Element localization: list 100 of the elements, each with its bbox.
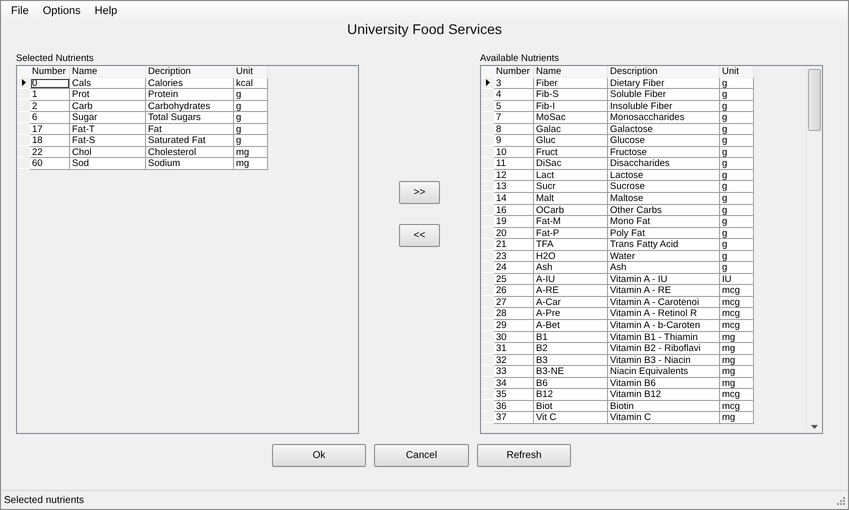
table-cell: A-Pre xyxy=(534,308,608,320)
table-cell: Soluble Fiber xyxy=(608,89,720,101)
vertical-scrollbar[interactable] xyxy=(806,66,822,433)
table-cell: 10 xyxy=(494,146,534,158)
column-header[interactable]: Number xyxy=(494,66,534,77)
scrollbar-thumb[interactable] xyxy=(808,68,821,130)
header-corner xyxy=(481,66,494,78)
row-header[interactable] xyxy=(17,78,30,89)
table-cell: B6 xyxy=(534,378,608,390)
table-cell: g xyxy=(720,158,754,170)
table-cell: mg xyxy=(234,158,268,170)
table-cell: Carb xyxy=(70,100,146,112)
remove-button[interactable]: << xyxy=(399,224,440,247)
table-cell: 19 xyxy=(494,216,534,228)
table-cell: Mono Fat xyxy=(608,216,720,228)
table-cell: Protein xyxy=(146,89,234,101)
table-cell: Ash xyxy=(534,262,608,274)
menu-item[interactable]: File xyxy=(5,4,35,16)
table-cell: g xyxy=(720,78,754,90)
table-cell: 5 xyxy=(494,100,534,112)
table-cell: Monosaccharides xyxy=(608,112,720,124)
table-cell: Niacin Equivalents xyxy=(608,366,720,378)
table-cell: Sugar xyxy=(70,112,146,124)
table-cell: mg xyxy=(720,343,754,355)
column-header[interactable]: Number xyxy=(30,66,70,77)
column-header[interactable]: Description xyxy=(608,66,720,77)
resize-grip-icon[interactable] xyxy=(835,495,845,505)
table-cell: g xyxy=(234,135,268,147)
table-cell: A-Car xyxy=(534,296,608,308)
table-cell: 21 xyxy=(494,239,534,251)
table-cell: mcg xyxy=(720,308,754,320)
table-cell: A-RE xyxy=(534,285,608,297)
table-cell: Saturated Fat xyxy=(146,135,234,147)
table-cell: g xyxy=(720,262,754,274)
row-header[interactable] xyxy=(481,78,494,89)
table-cell: mcg xyxy=(720,296,754,308)
table-cell: Total Sugars xyxy=(146,112,234,124)
table-cell: A-Bet xyxy=(534,320,608,332)
scroll-down-icon[interactable] xyxy=(811,425,818,429)
table-cell: Lactose xyxy=(608,170,720,182)
table-cell: 12 xyxy=(494,170,534,182)
table-cell: Fat-M xyxy=(534,216,608,228)
table-cell: IU xyxy=(720,274,754,286)
column-header[interactable]: Unit xyxy=(720,66,754,77)
table-cell: Glucose xyxy=(608,135,720,147)
column-header[interactable]: Unit xyxy=(234,66,268,77)
table-cell: Cholesterol xyxy=(146,146,234,158)
table-cell: Fat-S xyxy=(70,135,146,147)
table-cell: Fat-T xyxy=(70,124,146,136)
table-cell: 8 xyxy=(494,124,534,136)
column-header[interactable]: Decription xyxy=(146,66,234,77)
table-cell: Fat-P xyxy=(534,228,608,240)
table-cell: TFA xyxy=(534,239,608,251)
table-cell: 26 xyxy=(494,285,534,297)
current-row-icon xyxy=(22,79,26,86)
table-cell: 24 xyxy=(494,262,534,274)
table-cell: Galactose xyxy=(608,124,720,136)
table-cell: Fructose xyxy=(608,146,720,158)
column-header[interactable]: Name xyxy=(70,66,146,77)
table-cell: g xyxy=(234,89,268,101)
table-cell: Fat xyxy=(146,124,234,136)
table-cell: Vitamin A - RE xyxy=(608,285,720,297)
table-cell: H2O xyxy=(534,250,608,262)
table-cell: Vitamin B2 - Riboflavi xyxy=(608,343,720,355)
table-cell: mg xyxy=(720,332,754,344)
table-cell: Fiber xyxy=(534,78,608,90)
table-cell: Vitamin C xyxy=(608,412,720,424)
table-cell: 32 xyxy=(494,354,534,366)
table-cell: Vitamin A - IU xyxy=(608,274,720,286)
table-cell: Sodium xyxy=(146,158,234,170)
data-grid[interactable] xyxy=(480,65,823,434)
table-cell: 2 xyxy=(30,100,70,112)
header-corner xyxy=(17,66,30,78)
table-cell: Vitamin A - Retinol R xyxy=(608,308,720,320)
table-cell: 33 xyxy=(494,366,534,378)
add-button[interactable]: >> xyxy=(399,181,440,204)
table-cell: kcal xyxy=(234,78,268,90)
dialog-button[interactable]: Refresh xyxy=(477,444,571,467)
table-cell: B1 xyxy=(534,332,608,344)
table-cell: 18 xyxy=(30,135,70,147)
table-cell: Lact xyxy=(534,170,608,182)
table-cell: 16 xyxy=(494,204,534,216)
table-cell: g xyxy=(720,170,754,182)
table-cell: 23 xyxy=(494,250,534,262)
table-cell: g xyxy=(720,204,754,216)
column-header[interactable]: Name xyxy=(534,66,608,77)
table-cell: A-IU xyxy=(534,274,608,286)
table-cell: 4 xyxy=(494,89,534,101)
table-cell: g xyxy=(720,146,754,158)
table-cell: Poly Fat xyxy=(608,228,720,240)
menu-item[interactable]: Help xyxy=(88,4,124,16)
table-cell: Water xyxy=(608,250,720,262)
menu-item[interactable]: Options xyxy=(36,4,87,16)
table-cell: Vitamin B12 xyxy=(608,389,720,401)
dialog-button[interactable]: Ok xyxy=(272,444,366,467)
table-cell: Chol xyxy=(70,146,146,158)
dialog-button[interactable]: Cancel xyxy=(374,444,469,467)
table-cell: Calories xyxy=(146,78,234,90)
current-row-icon xyxy=(486,79,490,86)
table-cell: Disaccharides xyxy=(608,158,720,170)
